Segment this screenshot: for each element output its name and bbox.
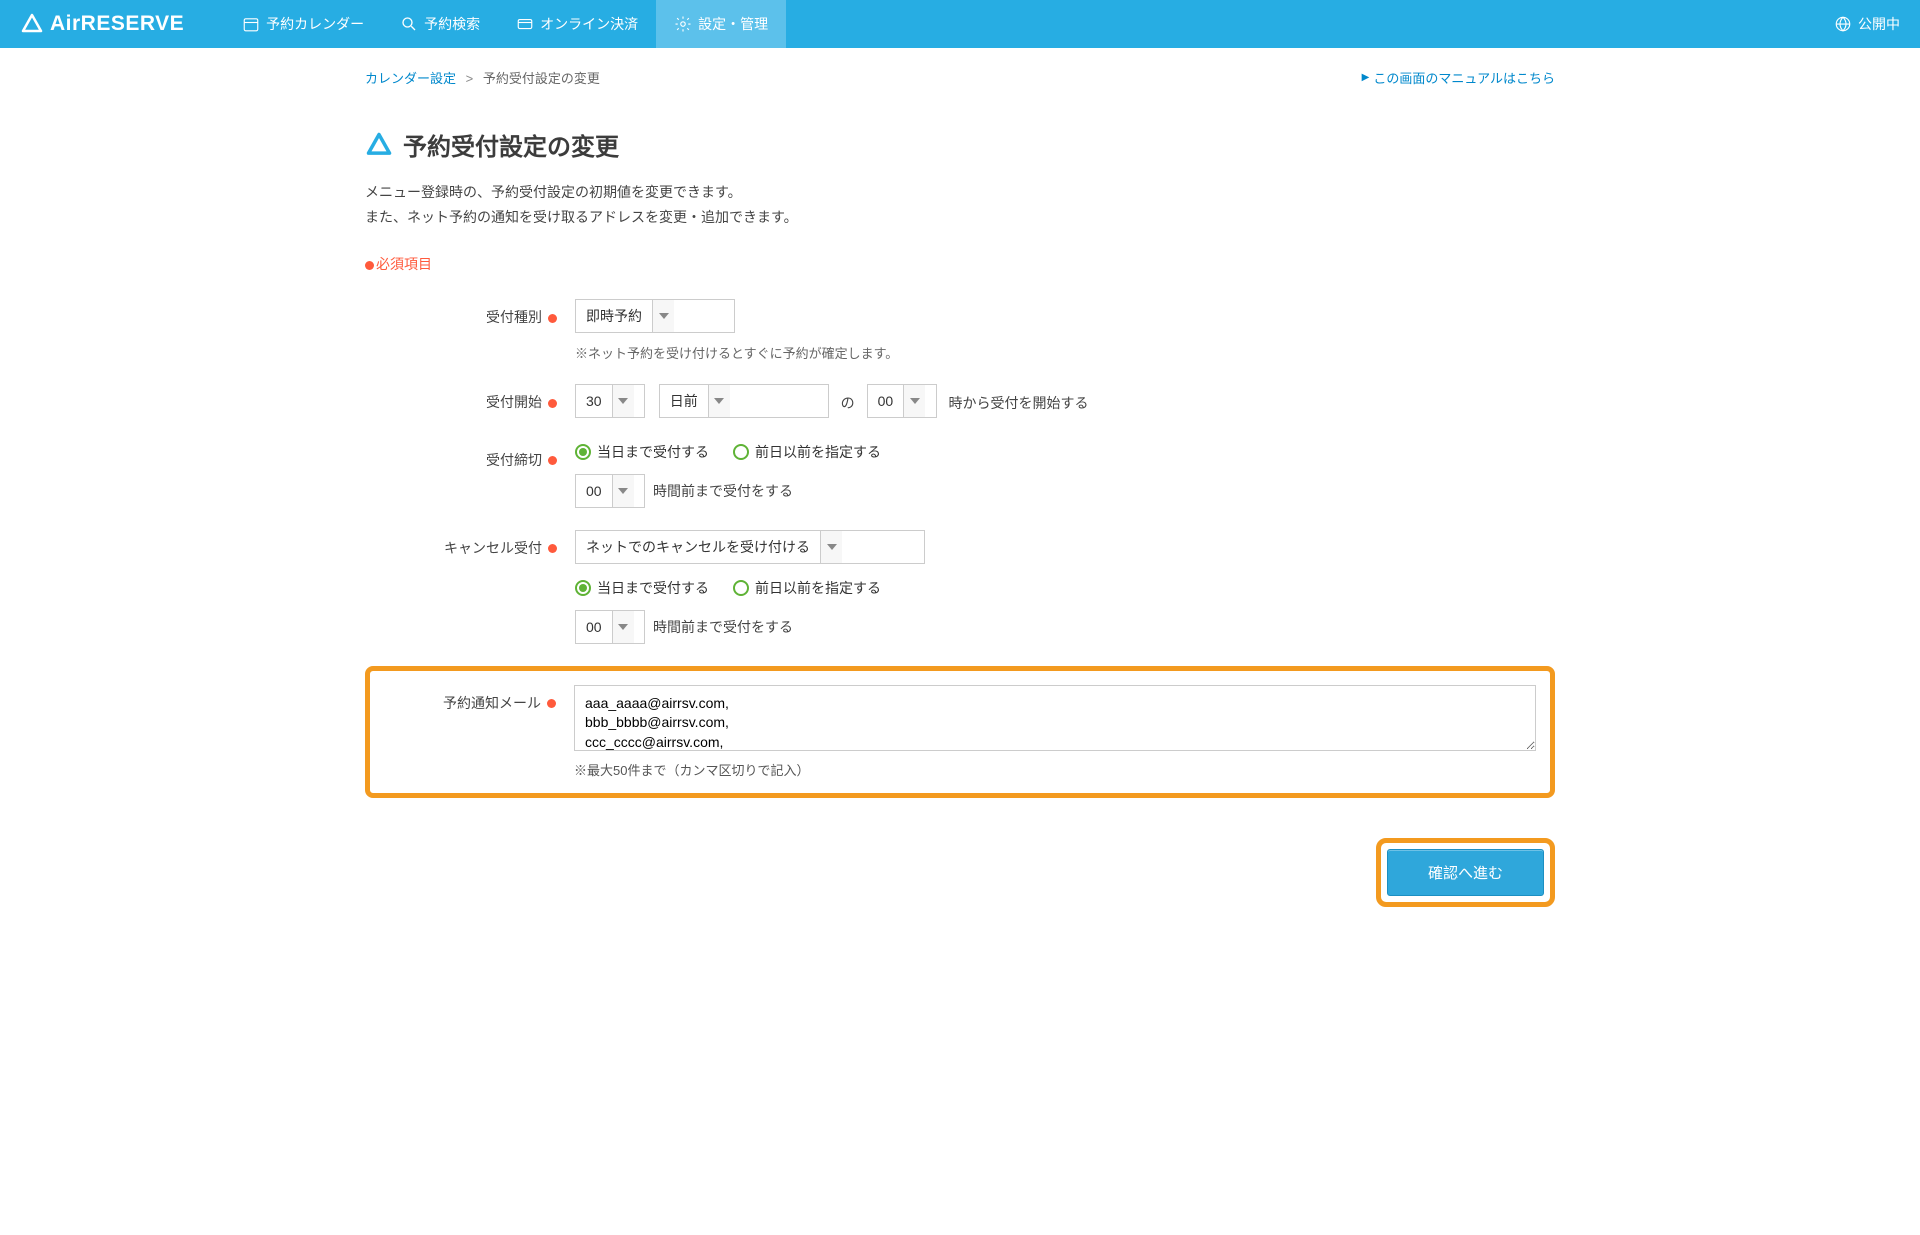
chevron-down-icon — [612, 475, 634, 507]
required-dot-icon — [365, 261, 374, 270]
logo-icon — [20, 12, 44, 36]
breadcrumb-parent[interactable]: カレンダー設定 — [365, 71, 456, 86]
radio-cancel-sameday[interactable]: 当日まで受付する — [575, 578, 709, 598]
breadcrumb-current: 予約受付設定の変更 — [483, 71, 600, 86]
text-suffix: 時間前まで受付をする — [653, 610, 793, 644]
select-value: 00 — [576, 483, 612, 499]
label-reception-type: 受付種別 — [365, 299, 575, 327]
radio-icon — [733, 444, 749, 460]
chevron-down-icon — [612, 611, 634, 643]
required-note: 必須項目 — [365, 254, 1555, 274]
chevron-down-icon — [903, 385, 925, 417]
chevron-down-icon — [612, 385, 634, 417]
text-suffix: 時から受付を開始する — [948, 386, 1088, 420]
nav-label: オンライン決済 — [540, 14, 638, 34]
main-nav: 予約カレンダー 予約検索 オンライン決済 設定・管理 — [224, 0, 786, 48]
required-dot-icon — [548, 544, 557, 553]
breadcrumb-sep: > — [466, 71, 474, 86]
hint-reception-type: ※ネット予約を受け付けるとすぐに予約が確定します。 — [575, 343, 1555, 362]
confirm-button[interactable]: 確認へ進む — [1387, 849, 1544, 896]
nav-search[interactable]: 予約検索 — [382, 0, 498, 48]
settings-form: 受付種別 即時予約 ※ネット予約を受け付けるとすぐに予約が確定します。 受付開始… — [365, 299, 1555, 906]
select-value: 30 — [576, 393, 612, 409]
chevron-down-icon — [820, 531, 842, 563]
required-dot-icon — [547, 699, 556, 708]
logo-text: AirRESERVE — [50, 12, 184, 36]
text-suffix: 時間前まで受付をする — [653, 474, 793, 508]
radio-icon — [575, 580, 591, 596]
radio-icon — [575, 444, 591, 460]
card-icon — [516, 15, 534, 33]
required-dot-icon — [548, 399, 557, 408]
page-title: 予約受付設定の変更 — [403, 127, 619, 162]
label-reception-deadline: 受付締切 — [365, 442, 575, 470]
app-logo[interactable]: AirRESERVE — [20, 12, 184, 36]
manual-link-text: この画面のマニュアルはこちら — [1373, 68, 1555, 87]
description-line: メニュー登録時の、予約受付設定の初期値を変更できます。 — [365, 180, 1555, 205]
gear-icon — [674, 15, 692, 33]
text-no: の — [841, 386, 855, 420]
required-dot-icon — [548, 456, 557, 465]
radio-label: 前日以前を指定する — [755, 442, 881, 462]
globe-icon — [1834, 15, 1852, 33]
radio-deadline-sameday[interactable]: 当日まで受付する — [575, 442, 709, 462]
app-header: AirRESERVE 予約カレンダー 予約検索 オンライン決済 設定・管理 公開… — [0, 0, 1920, 48]
nav-label: 予約カレンダー — [266, 14, 364, 34]
triangle-icon — [365, 131, 393, 159]
nav-label: 設定・管理 — [698, 14, 768, 34]
textarea-notify-email[interactable] — [574, 685, 1536, 751]
radio-cancel-before[interactable]: 前日以前を指定する — [733, 578, 881, 598]
radio-icon — [733, 580, 749, 596]
select-value: 00 — [576, 619, 612, 635]
select-cancel-hour[interactable]: 00 — [575, 610, 645, 644]
select-start-days[interactable]: 30 — [575, 384, 645, 418]
publish-status[interactable]: 公開中 — [1834, 14, 1900, 34]
label-cancel: キャンセル受付 — [365, 530, 575, 558]
radio-label: 当日まで受付する — [597, 578, 709, 598]
label-notify-email: 予約通知メール — [378, 685, 574, 713]
chevron-down-icon — [708, 385, 730, 417]
breadcrumb: カレンダー設定 > 予約受付設定の変更 — [365, 68, 600, 87]
nav-payment[interactable]: オンライン決済 — [498, 0, 656, 48]
nav-settings[interactable]: 設定・管理 — [656, 0, 786, 48]
nav-label: 予約検索 — [424, 14, 480, 34]
status-label: 公開中 — [1858, 14, 1900, 34]
chevron-down-icon — [652, 300, 674, 332]
highlight-submit: 確認へ進む — [1376, 838, 1555, 907]
nav-calendar[interactable]: 予約カレンダー — [224, 0, 382, 48]
description-line: また、ネット予約の通知を受け取るアドレスを変更・追加できます。 — [365, 205, 1555, 230]
highlight-notify-email: 予約通知メール ※最大50件まで（カンマ区切りで記入） — [365, 666, 1555, 798]
radio-label: 当日まで受付する — [597, 442, 709, 462]
select-value: 即時予約 — [576, 306, 652, 326]
select-cancel-policy[interactable]: ネットでのキャンセルを受け付ける — [575, 530, 925, 564]
select-deadline-hour[interactable]: 00 — [575, 474, 645, 508]
label-reception-start: 受付開始 — [365, 384, 575, 412]
radio-label: 前日以前を指定する — [755, 578, 881, 598]
hint-notify-email: ※最大50件まで（カンマ区切りで記入） — [574, 760, 1536, 779]
select-value: 00 — [868, 393, 904, 409]
select-value: ネットでのキャンセルを受け付ける — [576, 537, 820, 557]
required-dot-icon — [548, 314, 557, 323]
search-icon — [400, 15, 418, 33]
select-value: 日前 — [660, 391, 708, 411]
select-start-unit[interactable]: 日前 — [659, 384, 829, 418]
radio-deadline-before[interactable]: 前日以前を指定する — [733, 442, 881, 462]
select-start-hour[interactable]: 00 — [867, 384, 937, 418]
manual-link[interactable]: この画面のマニュアルはこちら — [1362, 68, 1555, 87]
calendar-icon — [242, 15, 260, 33]
select-reception-type[interactable]: 即時予約 — [575, 299, 735, 333]
